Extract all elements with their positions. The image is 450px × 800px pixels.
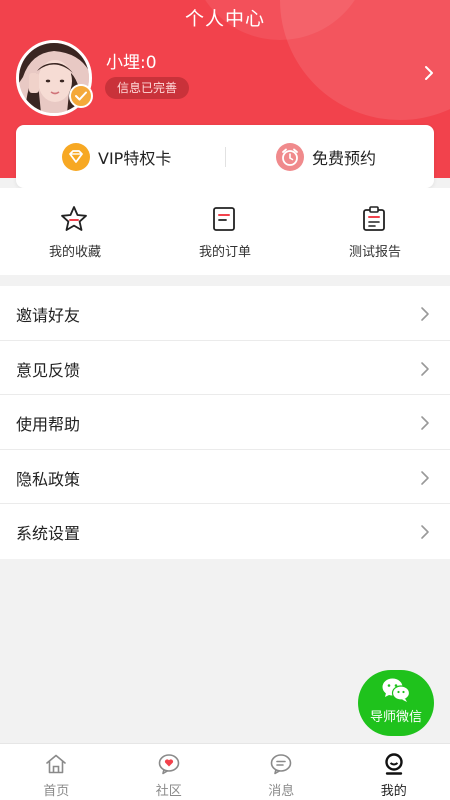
- page-title: 个人中心: [184, 8, 265, 30]
- verified-badge-icon: [69, 84, 93, 108]
- order-icon: [213, 207, 235, 231]
- free-appointment-button[interactable]: 免费预约: [276, 125, 376, 188]
- menu-item-privacy-policy[interactable]: 隐私政策: [0, 450, 450, 505]
- wechat-icon: [382, 678, 411, 702]
- divider: [225, 147, 226, 167]
- orders-label: 我的订单: [198, 245, 251, 260]
- tab-label: 社区: [155, 784, 182, 799]
- alarm-clock-icon: [276, 142, 304, 171]
- menu-item-label: 系统设置: [16, 524, 81, 544]
- chevron-right-icon: [421, 525, 429, 540]
- menu-item-label: 使用帮助: [16, 415, 81, 435]
- heart-bubble-icon: [158, 754, 179, 775]
- star-icon: [61, 206, 87, 231]
- home-icon: [46, 754, 66, 774]
- mentor-wechat-button[interactable]: 导师微信: [358, 670, 434, 736]
- vip-card-button[interactable]: VIP特权卡: [62, 125, 171, 188]
- membership-card: VIP特权卡 免费预约: [16, 125, 434, 188]
- tab-label: 消息: [268, 784, 295, 799]
- tab-community[interactable]: 社区: [113, 744, 226, 800]
- tab-mine[interactable]: 我的: [338, 744, 450, 800]
- chevron-right-icon: [421, 307, 429, 321]
- test-report-button[interactable]: 测试报告: [300, 188, 450, 275]
- menu-item-invite-friends[interactable]: 邀请好友: [0, 286, 450, 341]
- profile-icon: [384, 753, 403, 775]
- menu-item-help[interactable]: 使用帮助: [0, 395, 450, 450]
- test-report-label: 测试报告: [348, 245, 401, 260]
- bottom-tab-bar: 首页 社区 消息 我的: [0, 743, 450, 800]
- menu-item-label: 隐私政策: [16, 469, 81, 489]
- chevron-right-icon[interactable]: [422, 64, 436, 82]
- orders-button[interactable]: 我的订单: [150, 188, 300, 275]
- chevron-right-icon: [421, 416, 429, 430]
- settings-menu: 邀请好友 意见反馈 使用帮助 隐私政策 系统设置: [0, 286, 450, 559]
- clipboard-icon: [363, 206, 385, 231]
- menu-item-system-settings[interactable]: 系统设置: [0, 504, 450, 559]
- message-icon: [270, 754, 292, 775]
- diamond-icon: [62, 142, 90, 171]
- username: 小埋:0: [106, 53, 157, 73]
- profile-status-badge[interactable]: 信息已完善: [105, 77, 190, 99]
- chevron-right-icon: [421, 361, 429, 376]
- mentor-wechat-label: 导师微信: [369, 710, 422, 725]
- favorites-label: 我的收藏: [48, 245, 101, 260]
- menu-item-feedback[interactable]: 意见反馈: [0, 341, 450, 396]
- tab-label: 首页: [43, 784, 70, 799]
- chevron-right-icon: [421, 470, 429, 485]
- vip-card-label: VIP特权卡: [98, 148, 172, 168]
- menu-item-label: 邀请好友: [16, 306, 81, 325]
- free-appointment-label: 免费预约: [312, 148, 377, 168]
- tab-home[interactable]: 首页: [0, 744, 113, 800]
- tab-label: 我的: [380, 784, 407, 799]
- tab-messages[interactable]: 消息: [225, 744, 338, 800]
- favorites-button[interactable]: 我的收藏: [0, 188, 150, 275]
- quick-actions: 我的收藏 我的订单 测试报告: [0, 188, 450, 275]
- menu-item-label: 意见反馈: [16, 360, 81, 380]
